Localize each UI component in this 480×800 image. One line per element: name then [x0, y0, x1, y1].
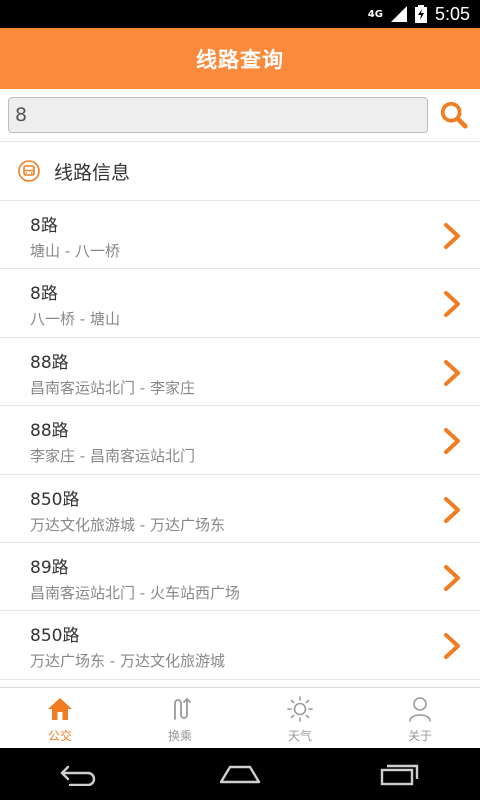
route-name: 8路	[30, 284, 58, 305]
route-name: 8路	[30, 216, 58, 236]
section-header: 线路信息	[0, 142, 480, 201]
route-direction: 塘山 - 八一桥	[30, 242, 120, 260]
route-name: 88路	[30, 421, 69, 442]
clock: 5:05	[434, 3, 470, 24]
sun-icon	[287, 696, 313, 722]
bus-icon	[18, 160, 40, 182]
route-direction: 李家庄 - 昌南客运站北门	[30, 447, 195, 466]
route-item[interactable]: 88路 昌南客运站北门 - 李家庄	[0, 338, 480, 407]
route-list: 8路 塘山 - 八一桥 8路 八一桥 - 塘山 88路 昌南客运站北门 - 李家…	[0, 201, 480, 680]
chevron-right-icon	[444, 223, 460, 249]
route-name: 850路	[30, 626, 80, 647]
bottom-tab-bar: 公交 换乘 天气 关于	[0, 687, 480, 748]
chevron-right-icon	[444, 564, 460, 591]
route-item[interactable]: 850路 万达广场东 - 万达文化旅游城	[0, 611, 480, 680]
app-bar: 线路查询	[0, 28, 480, 89]
home-icon	[48, 698, 72, 720]
chevron-right-icon	[444, 359, 460, 386]
search-button[interactable]	[438, 99, 470, 131]
route-direction: 八一桥 - 塘山	[30, 310, 120, 329]
route-direction: 昌南客运站北门 - 李家庄	[30, 378, 195, 397]
route-item[interactable]: 8路 塘山 - 八一桥	[0, 201, 480, 270]
battery-icon	[414, 5, 427, 23]
tab-label: 关于	[407, 729, 432, 743]
home-nav-icon	[219, 765, 261, 784]
signal-icon	[390, 6, 407, 22]
search-bar	[0, 89, 480, 142]
section-title: 线路信息	[54, 161, 131, 184]
network-type: 4G	[367, 8, 383, 20]
route-name: 89路	[30, 557, 69, 578]
home-button[interactable]	[210, 754, 270, 794]
search-icon	[440, 101, 468, 129]
route-item[interactable]: 89路 昌南客运站北门 - 火车站西广场	[0, 543, 480, 612]
status-bar: 4G 5:05	[0, 0, 480, 28]
chevron-right-icon	[444, 496, 460, 523]
search-input[interactable]	[8, 97, 428, 133]
tab-weather[interactable]: 天气	[240, 688, 360, 748]
route-item[interactable]: 850路 万达文化旅游城 - 万达广场东	[0, 475, 480, 543]
system-nav-bar	[0, 748, 480, 800]
route-direction: 昌南客运站北门 - 火车站西广场	[30, 583, 240, 602]
back-button[interactable]	[50, 754, 110, 794]
page-title: 线路查询	[196, 47, 284, 72]
tab-bus[interactable]: 公交	[0, 688, 120, 748]
route-name: 850路	[30, 489, 80, 510]
tab-label: 换乘	[167, 729, 192, 743]
route-name: 88路	[30, 352, 69, 373]
route-item[interactable]: 88路 李家庄 - 昌南客运站北门	[0, 406, 480, 475]
route-item[interactable]: 8路 八一桥 - 塘山	[0, 269, 480, 338]
tab-about[interactable]: 关于	[360, 688, 480, 748]
chevron-right-icon	[444, 428, 460, 455]
back-icon	[60, 765, 96, 786]
route-direction: 万达文化旅游城 - 万达广场东	[30, 515, 225, 534]
recents-button[interactable]	[370, 754, 430, 794]
person-icon	[409, 697, 431, 722]
chevron-right-icon	[444, 291, 460, 318]
chevron-right-icon	[444, 633, 460, 660]
tab-transfer[interactable]: 换乘	[120, 688, 240, 748]
tab-label: 天气	[287, 729, 312, 743]
recents-icon	[380, 764, 419, 786]
transfer-icon	[174, 698, 191, 720]
tab-label: 公交	[47, 729, 72, 743]
route-direction: 万达广场东 - 万达文化旅游城	[30, 652, 225, 671]
